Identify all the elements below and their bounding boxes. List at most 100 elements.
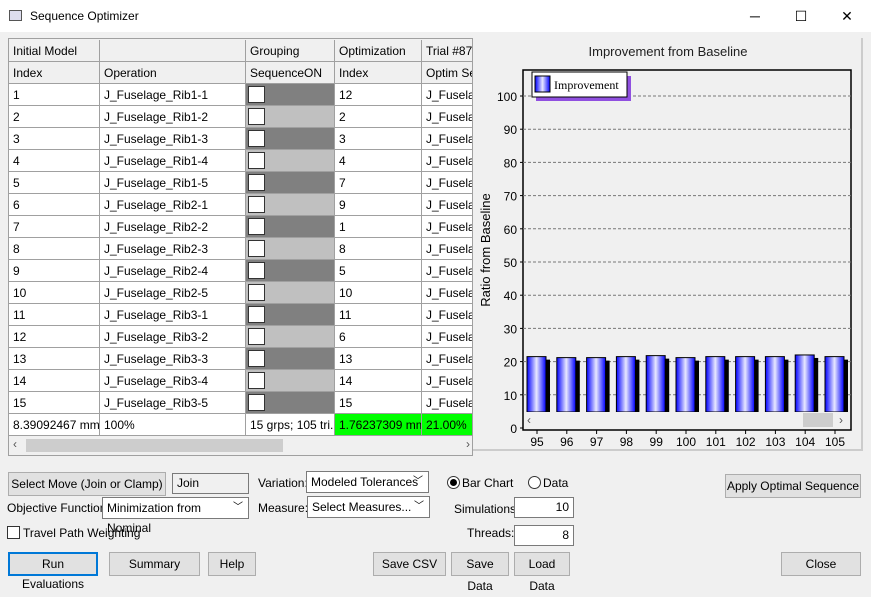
sequence-on-checkbox[interactable] xyxy=(248,152,265,169)
grouping-cell[interactable] xyxy=(246,304,335,326)
sequence-on-checkbox[interactable] xyxy=(248,86,265,103)
sequence-on-checkbox[interactable] xyxy=(248,262,265,279)
table-cell[interactable]: J_Fuselage xyxy=(422,282,472,304)
run-evaluations-button[interactable]: Run Evaluations xyxy=(8,552,98,591)
table-cell[interactable]: J_Fuselage xyxy=(422,150,472,172)
grouping-cell[interactable] xyxy=(246,106,335,128)
sequence-table[interactable]: Initial Model Grouping Optimization Trial #… xyxy=(8,38,473,456)
table-cell[interactable]: 8 xyxy=(9,238,100,260)
table-cell[interactable]: 6 xyxy=(335,326,422,348)
summary-button[interactable]: Summary xyxy=(109,552,200,576)
grouping-cell[interactable] xyxy=(246,238,335,260)
table-cell[interactable]: 1 xyxy=(335,216,422,238)
table-cell[interactable]: 5 xyxy=(9,172,100,194)
sequence-on-checkbox[interactable] xyxy=(248,218,265,235)
grouping-cell[interactable] xyxy=(246,348,335,370)
table-cell[interactable]: J_Fuselage_Rib1-4 xyxy=(100,150,246,172)
sequence-on-checkbox[interactable] xyxy=(248,240,265,257)
table-cell[interactable]: 9 xyxy=(335,194,422,216)
table-cell[interactable]: J_Fuselage xyxy=(422,194,472,216)
grouping-cell[interactable] xyxy=(246,128,335,150)
scroll-right-icon[interactable]: › xyxy=(466,437,470,451)
data-radio[interactable] xyxy=(528,476,541,489)
table-cell[interactable]: J_Fuselage xyxy=(422,304,472,326)
grouping-cell[interactable] xyxy=(246,392,335,414)
table-cell[interactable]: J_Fuselage_Rib1-3 xyxy=(100,128,246,150)
table-cell[interactable]: J_Fuselage_Rib3-2 xyxy=(100,326,246,348)
table-cell[interactable]: 12 xyxy=(335,84,422,106)
grouping-cell[interactable] xyxy=(246,84,335,106)
sequence-on-checkbox[interactable] xyxy=(248,284,265,301)
table-cell[interactable]: J_Fuselage xyxy=(422,370,472,392)
column-header[interactable]: SequenceON xyxy=(246,62,335,84)
sequence-on-checkbox[interactable] xyxy=(248,328,265,345)
sequence-on-checkbox[interactable] xyxy=(248,350,265,367)
load-data-button[interactable]: Load Data xyxy=(514,552,570,593)
table-cell[interactable]: J_Fuselage_Rib1-2 xyxy=(100,106,246,128)
table-cell[interactable]: J_Fuselage_Rib2-4 xyxy=(100,260,246,282)
scroll-left-icon[interactable]: ‹ xyxy=(13,437,17,451)
table-cell[interactable]: 11 xyxy=(9,304,100,326)
table-cell[interactable]: J_Fuselage_Rib1-1 xyxy=(100,84,246,106)
column-header[interactable]: Operation xyxy=(100,62,246,84)
table-cell[interactable]: 14 xyxy=(335,370,422,392)
table-cell[interactable]: J_Fuselage_Rib3-5 xyxy=(100,392,246,414)
save-data-button[interactable]: Save Data xyxy=(451,552,509,593)
column-header[interactable]: Optim Se xyxy=(422,62,472,84)
table-cell[interactable]: J_Fuselage xyxy=(422,326,472,348)
table-cell[interactable]: J_Fuselage xyxy=(422,172,472,194)
table-cell[interactable]: J_Fuselage xyxy=(422,392,472,414)
table-cell[interactable]: J_Fuselage_Rib2-1 xyxy=(100,194,246,216)
table-cell[interactable]: J_Fuselage_Rib2-2 xyxy=(100,216,246,238)
objective-function-select[interactable]: Minimization from Nominal ﹀ xyxy=(102,497,249,535)
apply-optimal-sequence-button[interactable]: Apply Optimal Sequence xyxy=(725,474,861,498)
sequence-on-checkbox[interactable] xyxy=(248,130,265,147)
scroll-thumb[interactable] xyxy=(26,439,283,452)
grouping-cell[interactable] xyxy=(246,326,335,348)
table-cell[interactable]: J_Fuselage xyxy=(422,348,472,370)
sequence-on-checkbox[interactable] xyxy=(248,108,265,125)
table-cell[interactable]: 15 xyxy=(9,392,100,414)
table-cell[interactable]: 12 xyxy=(9,326,100,348)
grouping-cell[interactable] xyxy=(246,216,335,238)
table-cell[interactable]: 8 xyxy=(335,238,422,260)
grouping-cell[interactable] xyxy=(246,282,335,304)
table-cell[interactable]: J_Fuselage_Rib1-5 xyxy=(100,172,246,194)
table-cell[interactable]: J_Fuselage_Rib3-1 xyxy=(100,304,246,326)
table-cell[interactable]: 7 xyxy=(9,216,100,238)
table-cell[interactable]: J_Fuselage_Rib2-3 xyxy=(100,238,246,260)
table-cell[interactable]: J_Fuselage_Rib3-3 xyxy=(100,348,246,370)
table-cell[interactable]: 2 xyxy=(9,106,100,128)
sequence-on-checkbox[interactable] xyxy=(248,394,265,411)
grouping-cell[interactable] xyxy=(246,150,335,172)
table-cell[interactable]: 11 xyxy=(335,304,422,326)
variation-select[interactable]: Modeled Tolerances ﹀ xyxy=(306,471,429,493)
select-move-button[interactable]: Select Move (Join or Clamp) xyxy=(8,472,166,496)
help-button[interactable]: Help xyxy=(208,552,256,576)
table-cell[interactable]: 15 xyxy=(335,392,422,414)
table-cell[interactable]: 13 xyxy=(9,348,100,370)
minimize-button[interactable]: ─ xyxy=(732,0,778,32)
table-cell[interactable]: 4 xyxy=(9,150,100,172)
grouping-cell[interactable] xyxy=(246,194,335,216)
measure-select[interactable]: Select Measures... ﹀ xyxy=(307,496,430,518)
table-cell[interactable]: J_Fuselage xyxy=(422,260,472,282)
bar-chart-radio[interactable] xyxy=(447,476,460,489)
save-csv-button[interactable]: Save CSV xyxy=(373,552,446,576)
table-cell[interactable]: J_Fuselage xyxy=(422,128,472,150)
table-cell[interactable]: 14 xyxy=(9,370,100,392)
sequence-on-checkbox[interactable] xyxy=(248,196,265,213)
table-cell[interactable]: 9 xyxy=(9,260,100,282)
column-header[interactable]: Index xyxy=(335,62,422,84)
sequence-on-checkbox[interactable] xyxy=(248,372,265,389)
table-cell[interactable]: J_Fuselage xyxy=(422,238,472,260)
table-cell[interactable]: J_Fuselage_Rib3-4 xyxy=(100,370,246,392)
table-cell[interactable]: 4 xyxy=(335,150,422,172)
table-cell[interactable]: 13 xyxy=(335,348,422,370)
close-window-button[interactable]: ✕ xyxy=(824,0,870,32)
table-cell[interactable]: 3 xyxy=(335,128,422,150)
sequence-on-checkbox[interactable] xyxy=(248,306,265,323)
column-header[interactable]: Index xyxy=(9,62,100,84)
table-cell[interactable]: 1 xyxy=(9,84,100,106)
sequence-on-checkbox[interactable] xyxy=(248,174,265,191)
